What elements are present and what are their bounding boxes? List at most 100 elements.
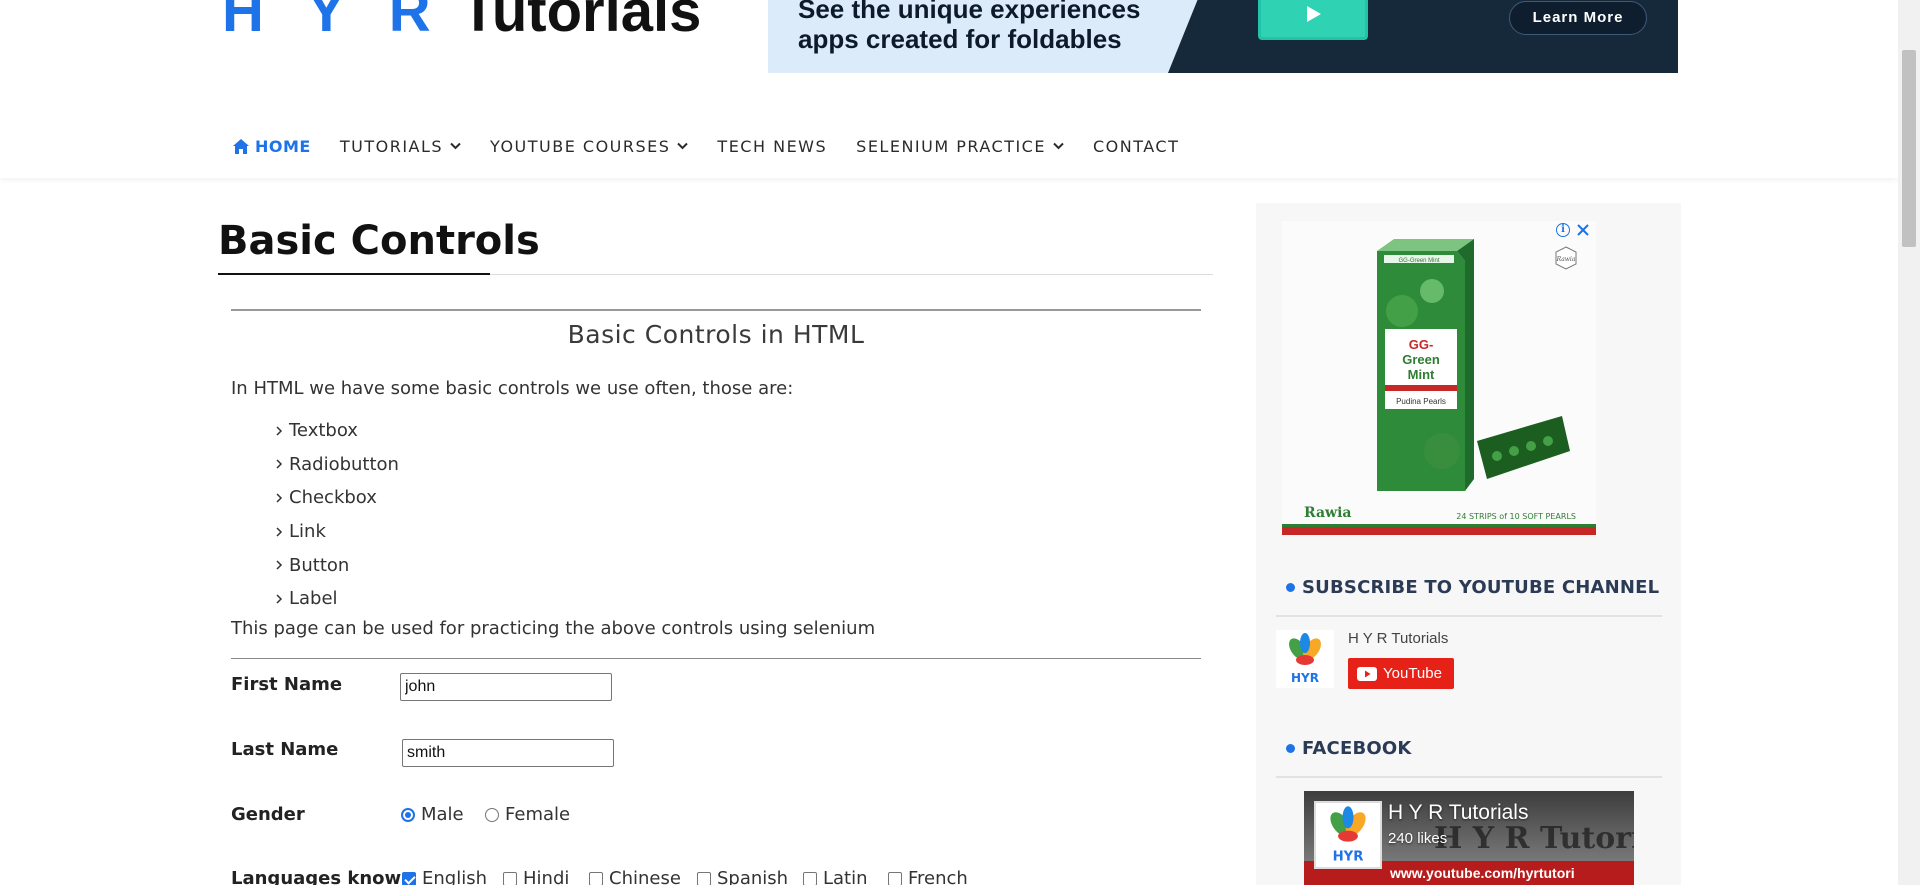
list-item-label: Textbox — [289, 420, 358, 442]
hindi-checkbox[interactable] — [503, 871, 517, 885]
logo-tutorials: Tutorials — [460, 0, 702, 44]
title-underline — [218, 273, 490, 275]
bullet-dot — [1286, 583, 1295, 592]
section-title: Basic Controls in HTML — [567, 320, 865, 349]
subscribe-widget-title-text: SUBSCRIBE TO YOUTUBE CHANNEL — [1302, 577, 1660, 598]
nav-home[interactable]: HOME — [233, 137, 311, 156]
languages-label: Languages known — [231, 868, 414, 885]
info-icon[interactable]: i — [1556, 223, 1570, 237]
english-checkbox[interactable] — [402, 871, 416, 885]
last-name-input[interactable] — [402, 739, 614, 767]
language-option-chinese[interactable]: Chinese — [589, 868, 681, 885]
nav-selenium-practice-label: SELENIUM PRACTICE — [856, 136, 1046, 156]
youtube-subscribe-button[interactable]: YouTube — [1348, 658, 1454, 689]
spanish-checkbox[interactable] — [697, 871, 711, 885]
language-option-english[interactable]: English — [402, 868, 487, 885]
sidebar-ad[interactable]: GG-Green Mint GG- Green Mint Pudina Pear… — [1282, 221, 1596, 535]
subscribe-widget-title: SUBSCRIBE TO YOUTUBE CHANNEL — [1286, 577, 1659, 598]
header-ad-banner[interactable]: See the unique experiences apps created … — [768, 0, 1678, 73]
ad-product-line-3: Mint — [1408, 367, 1435, 382]
facebook-page-plugin[interactable]: H Y R Tutoria www.youtube.com/hyrtutori … — [1304, 791, 1634, 885]
ad-product-line-1: GG- — [1409, 337, 1434, 352]
latin-checkbox[interactable] — [803, 871, 817, 885]
list-item: Link — [275, 515, 399, 549]
list-item: Button — [275, 548, 399, 582]
gender-option-male[interactable]: Male — [401, 804, 464, 825]
nav-tech-news[interactable]: TECH NEWS — [717, 137, 827, 156]
hyr-logo-icon: HYR — [1289, 633, 1321, 685]
facebook-cover-text: H Y R Tutoria — [1434, 821, 1634, 856]
facebook-page-name[interactable]: H Y R Tutorials — [1388, 801, 1528, 825]
nav-youtube-courses-label: YOUTUBE COURSES — [490, 136, 671, 156]
logo-hyr: H Y R — [222, 0, 445, 44]
page-scrollbar[interactable] — [1898, 0, 1920, 885]
site-logo[interactable]: H Y R Tutorials — [222, 0, 701, 45]
language-option-hindi[interactable]: Hindi — [503, 868, 569, 885]
close-icon[interactable] — [1576, 223, 1590, 237]
nav-home-label: HOME — [255, 136, 311, 156]
chinese-checkbox-label: Chinese — [609, 868, 681, 885]
nav-youtube-courses[interactable]: YOUTUBE COURSES — [490, 136, 689, 156]
nav-contact-label: CONTACT — [1092, 136, 1180, 156]
french-checkbox[interactable] — [888, 871, 902, 885]
banner-line-1: See the unique experiences — [798, 0, 1141, 24]
ad-fine-print: 24 STRIPS of 10 SOFT PEARLS — [1456, 512, 1576, 521]
youtube-button-label: YouTube — [1383, 665, 1442, 682]
list-item-label: Checkbox — [289, 487, 377, 509]
nav-tutorials[interactable]: TUTORIALS — [340, 137, 461, 156]
channel-avatar[interactable]: HYR — [1276, 630, 1334, 688]
first-name-input[interactable] — [400, 673, 612, 701]
language-option-spanish[interactable]: Spanish — [697, 868, 788, 885]
avatar-text: HYR — [1291, 671, 1319, 685]
channel-name[interactable]: H Y R Tutorials — [1348, 630, 1448, 647]
facebook-page-avatar[interactable]: HYR — [1314, 801, 1382, 869]
facebook-widget-title-text: FACEBOOK — [1302, 738, 1412, 759]
female-radio-label: Female — [505, 804, 571, 825]
female-radio[interactable] — [485, 807, 499, 822]
bullet-dot — [1286, 744, 1295, 753]
avatar-text: HYR — [1333, 849, 1364, 864]
facebook-likes: 240 likes — [1388, 830, 1448, 847]
laptop-illustration-icon — [1258, 0, 1368, 40]
banner-copy: See the unique experiences apps created … — [798, 0, 1140, 54]
chevron-right-icon — [276, 594, 283, 604]
nav-tech-news-label: TECH NEWS — [717, 136, 828, 156]
chevron-right-icon — [276, 459, 283, 469]
gender-option-female[interactable]: Female — [485, 804, 570, 825]
facebook-cover-url: www.youtube.com/hyrtutori — [1390, 865, 1575, 881]
ad-product-sub: Pudina Pearls — [1396, 397, 1446, 406]
language-option-latin[interactable]: Latin — [803, 868, 868, 885]
sidebar: GG-Green Mint GG- Green Mint Pudina Pear… — [1256, 203, 1681, 885]
list-item-label: Button — [289, 554, 350, 576]
male-radio[interactable] — [401, 807, 415, 822]
outro-text: This page can be used for practicing the… — [231, 618, 876, 639]
nav-contact[interactable]: CONTACT — [1093, 137, 1179, 156]
ad-red-strip — [1282, 527, 1596, 535]
male-radio-label: Male — [421, 804, 464, 825]
banner-learn-more-button[interactable]: Learn More — [1509, 1, 1647, 35]
chevron-right-icon — [276, 426, 283, 436]
ad-badge-text: Rawia — [1556, 256, 1576, 263]
spanish-checkbox-label: Spanish — [717, 868, 789, 885]
first-name-label: First Name — [231, 674, 343, 695]
chevron-down-icon — [450, 142, 461, 150]
main-nav: HOME TUTORIALS YOUTUBE COURSES TECH NEWS… — [233, 130, 1208, 162]
section-divider-bottom — [231, 658, 1201, 659]
banner-line-2: apps created for foldables — [798, 24, 1122, 54]
facebook-widget-title: FACEBOOK — [1286, 738, 1412, 759]
list-item-label: Link — [289, 521, 326, 543]
nav-selenium-practice[interactable]: SELENIUM PRACTICE — [856, 137, 1064, 156]
page-title: Basic Controls — [218, 218, 540, 264]
ad-controls: i — [1556, 223, 1590, 237]
play-icon — [1307, 6, 1321, 22]
hyr-logo-icon: HYR — [1330, 806, 1366, 864]
scrollbar-thumb[interactable] — [1902, 50, 1916, 247]
chinese-checkbox[interactable] — [589, 871, 603, 885]
language-option-french[interactable]: French — [888, 868, 968, 885]
list-item-label: Radiobutton — [289, 453, 399, 475]
latin-checkbox-label: Latin — [823, 868, 868, 885]
chevron-right-icon — [276, 493, 283, 503]
ad-product-line-2: Green — [1402, 352, 1440, 367]
facebook-widget-divider — [1276, 776, 1662, 778]
list-item: Checkbox — [275, 481, 399, 515]
